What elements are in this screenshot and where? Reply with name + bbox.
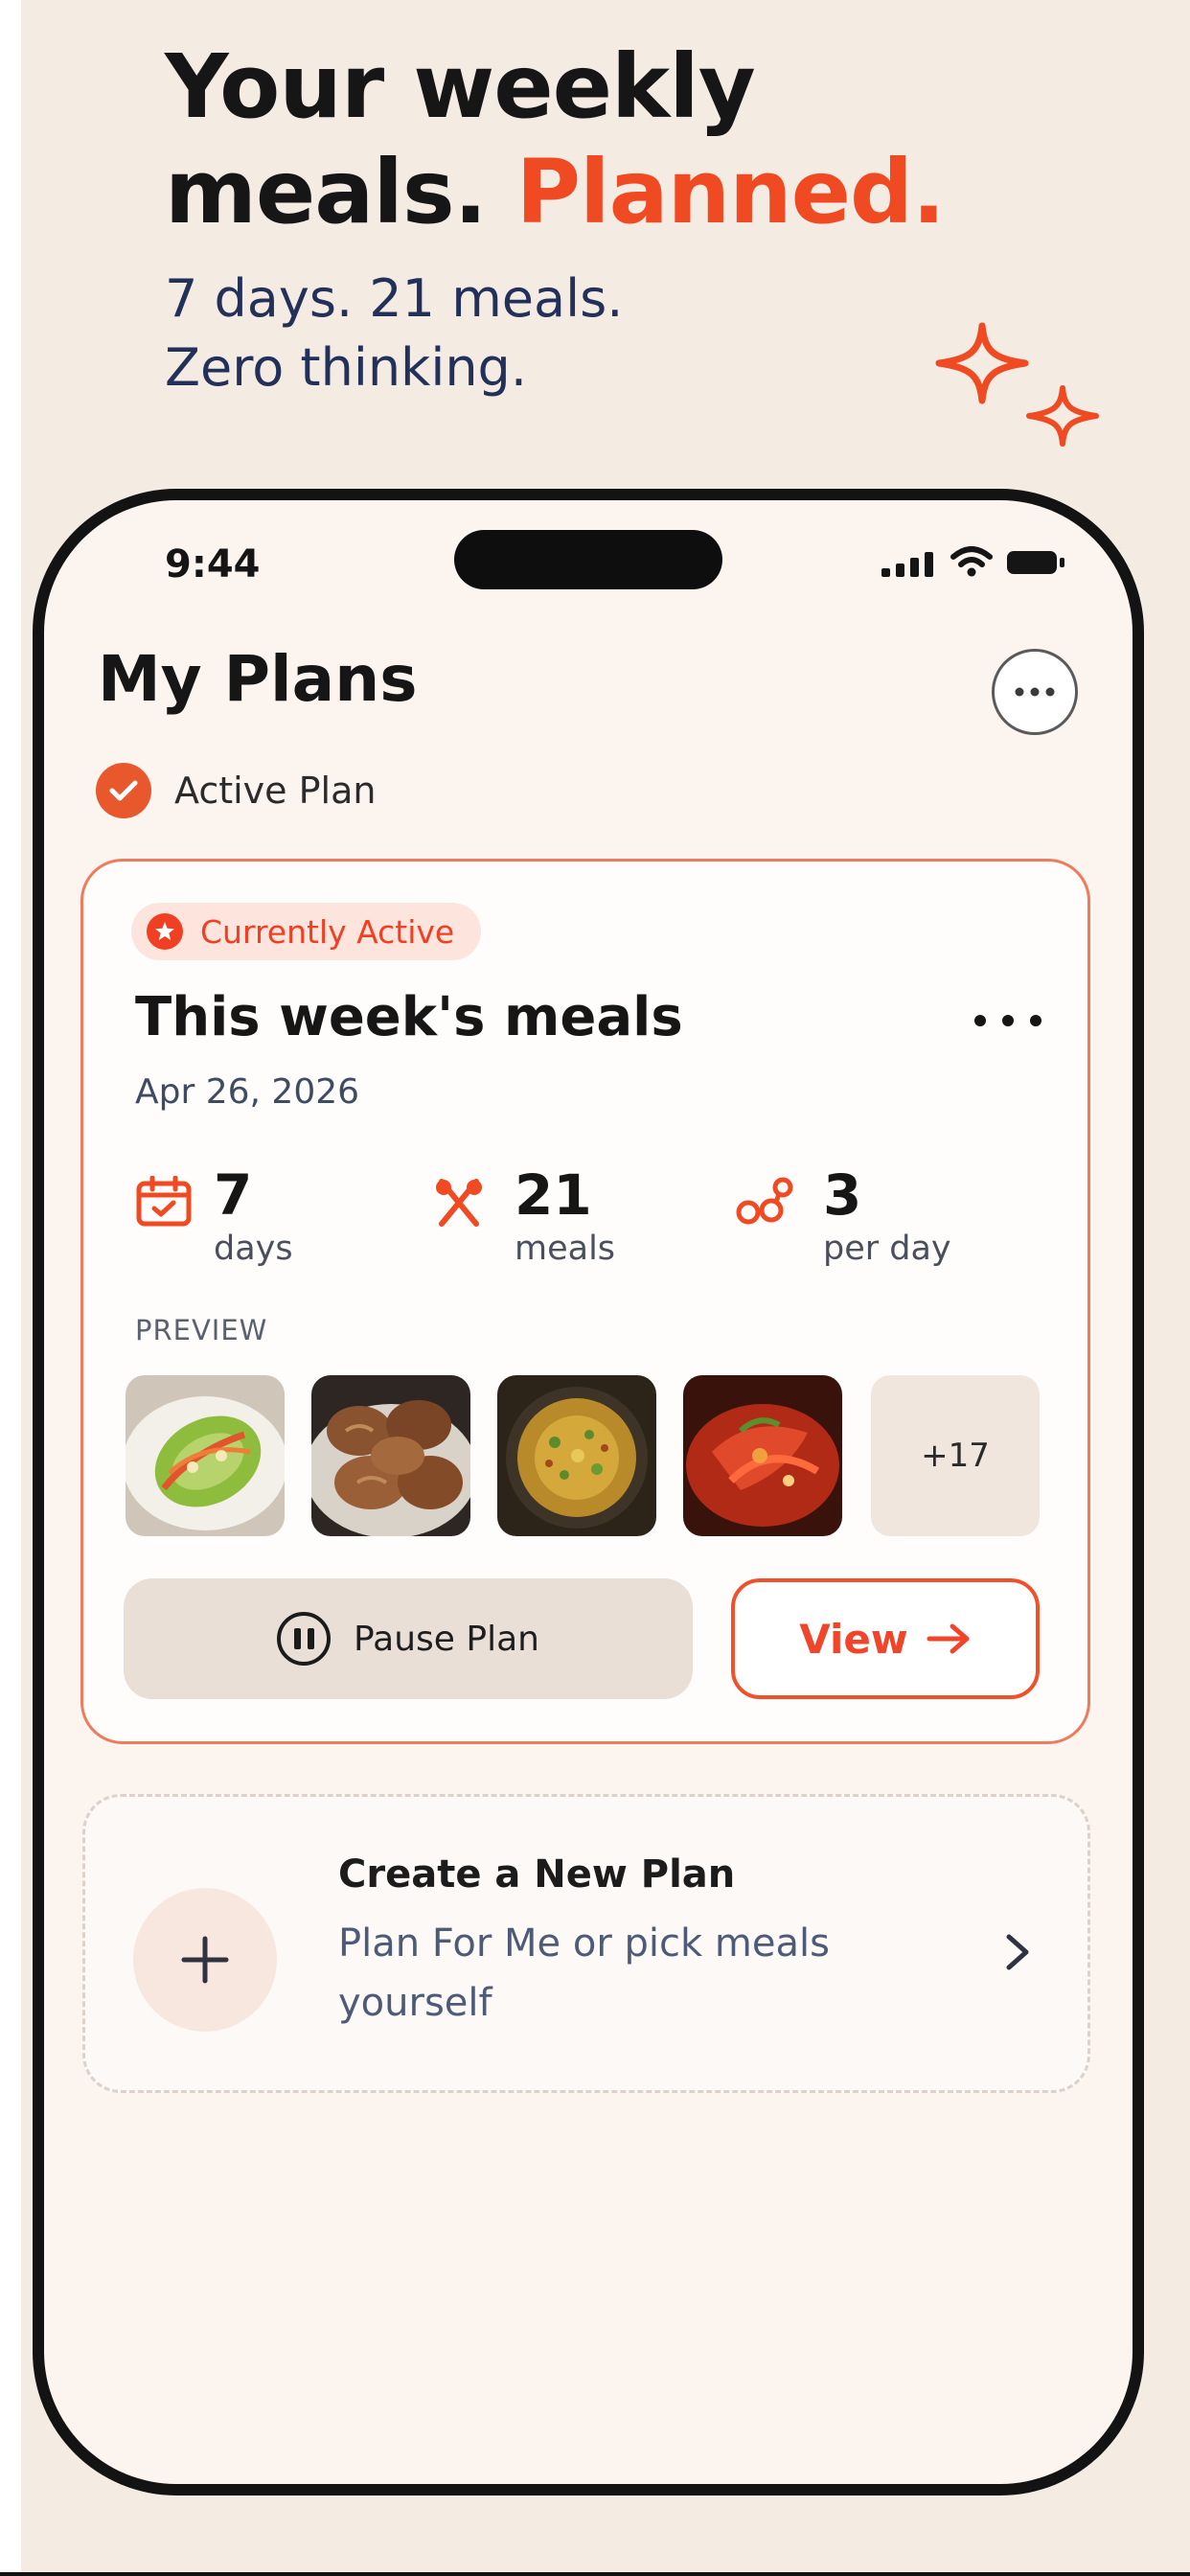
pause-plan-label: Pause Plan xyxy=(354,1619,539,1659)
phone-frame: 9:44 My Plans Active Plan Currently Acti… xyxy=(33,489,1144,2496)
section-label: Active Plan xyxy=(174,770,377,812)
phone-screen: 9:44 My Plans Active Plan Currently Acti… xyxy=(44,500,1133,2484)
calendar-icon xyxy=(136,1176,192,1227)
left-edge-band xyxy=(0,0,21,2576)
hero-headline: Your weekly meals. Planned. xyxy=(165,34,946,245)
stat-meals-value: 21 xyxy=(515,1162,592,1228)
dynamic-island xyxy=(454,530,722,589)
hero-sub-1: 7 days. 21 meals. xyxy=(165,268,624,329)
plan-date: Apr 26, 2026 xyxy=(135,1072,360,1112)
view-plan-button[interactable]: View xyxy=(731,1578,1040,1699)
meal-thumbnail-4[interactable] xyxy=(683,1375,842,1536)
wifi-icon xyxy=(950,546,993,577)
stat-per-day-value: 3 xyxy=(823,1162,862,1228)
stat-days-label: days xyxy=(214,1230,293,1268)
pause-icon xyxy=(277,1612,332,1666)
pause-plan-button[interactable]: Pause Plan xyxy=(124,1578,693,1699)
meal-thumbnail-2[interactable] xyxy=(311,1375,470,1536)
star-badge-icon xyxy=(147,913,183,950)
status-time: 9:44 xyxy=(165,542,261,586)
plus-icon xyxy=(133,1888,277,2032)
hero-line-2-start: meals. xyxy=(165,141,488,243)
page-title: My Plans xyxy=(98,642,418,716)
signal-icon xyxy=(881,552,933,577)
hero-line-2: meals. Planned. xyxy=(165,140,946,245)
status-badge: Currently Active xyxy=(131,903,482,960)
active-plan-card[interactable]: Currently Active This week's meals Apr 2… xyxy=(80,859,1090,1744)
hero-accent-word: Planned. xyxy=(515,141,946,243)
large-sparkle-icon xyxy=(935,322,1029,404)
bottom-edge-line xyxy=(0,2572,1190,2576)
arrow-right-icon xyxy=(927,1623,970,1654)
check-circle-icon xyxy=(96,763,151,818)
meal-thumbnail-3[interactable] xyxy=(497,1375,656,1536)
badge-label: Currently Active xyxy=(200,912,455,951)
plan-more-button[interactable] xyxy=(974,1001,1041,1040)
options-button[interactable] xyxy=(992,649,1078,735)
chevron-right-icon xyxy=(1006,1934,1029,1970)
hero-subline: 7 days. 21 meals. Zero thinking. xyxy=(165,264,623,402)
preview-label: PREVIEW xyxy=(135,1314,268,1346)
more-horizontal-icon xyxy=(1015,687,1055,697)
hero-line-1: Your weekly xyxy=(165,35,756,138)
active-plan-section-header: Active Plan xyxy=(96,763,376,818)
stat-meals-label: meals xyxy=(515,1230,616,1268)
create-plan-title: Create a New Plan xyxy=(338,1852,736,1897)
meal-count-icon xyxy=(736,1177,793,1225)
small-sparkle-icon xyxy=(1026,385,1099,447)
meal-thumbnail-1[interactable] xyxy=(126,1375,285,1536)
plan-title: This week's meals xyxy=(135,986,683,1048)
battery-icon xyxy=(1007,551,1064,574)
create-plan-card[interactable]: Create a New Plan Plan For Me or pick me… xyxy=(82,1794,1090,2093)
create-plan-subtitle: Plan For Me or pick meals yourself xyxy=(338,1921,830,2025)
stat-per-day-label: per day xyxy=(823,1230,951,1268)
stat-days-value: 7 xyxy=(214,1162,253,1228)
status-icons xyxy=(881,546,1065,577)
hero-sub-2: Zero thinking. xyxy=(165,337,527,398)
utensils-icon xyxy=(436,1179,482,1227)
view-plan-label: View xyxy=(799,1615,908,1663)
more-meals-tile[interactable]: +17 xyxy=(871,1375,1040,1536)
